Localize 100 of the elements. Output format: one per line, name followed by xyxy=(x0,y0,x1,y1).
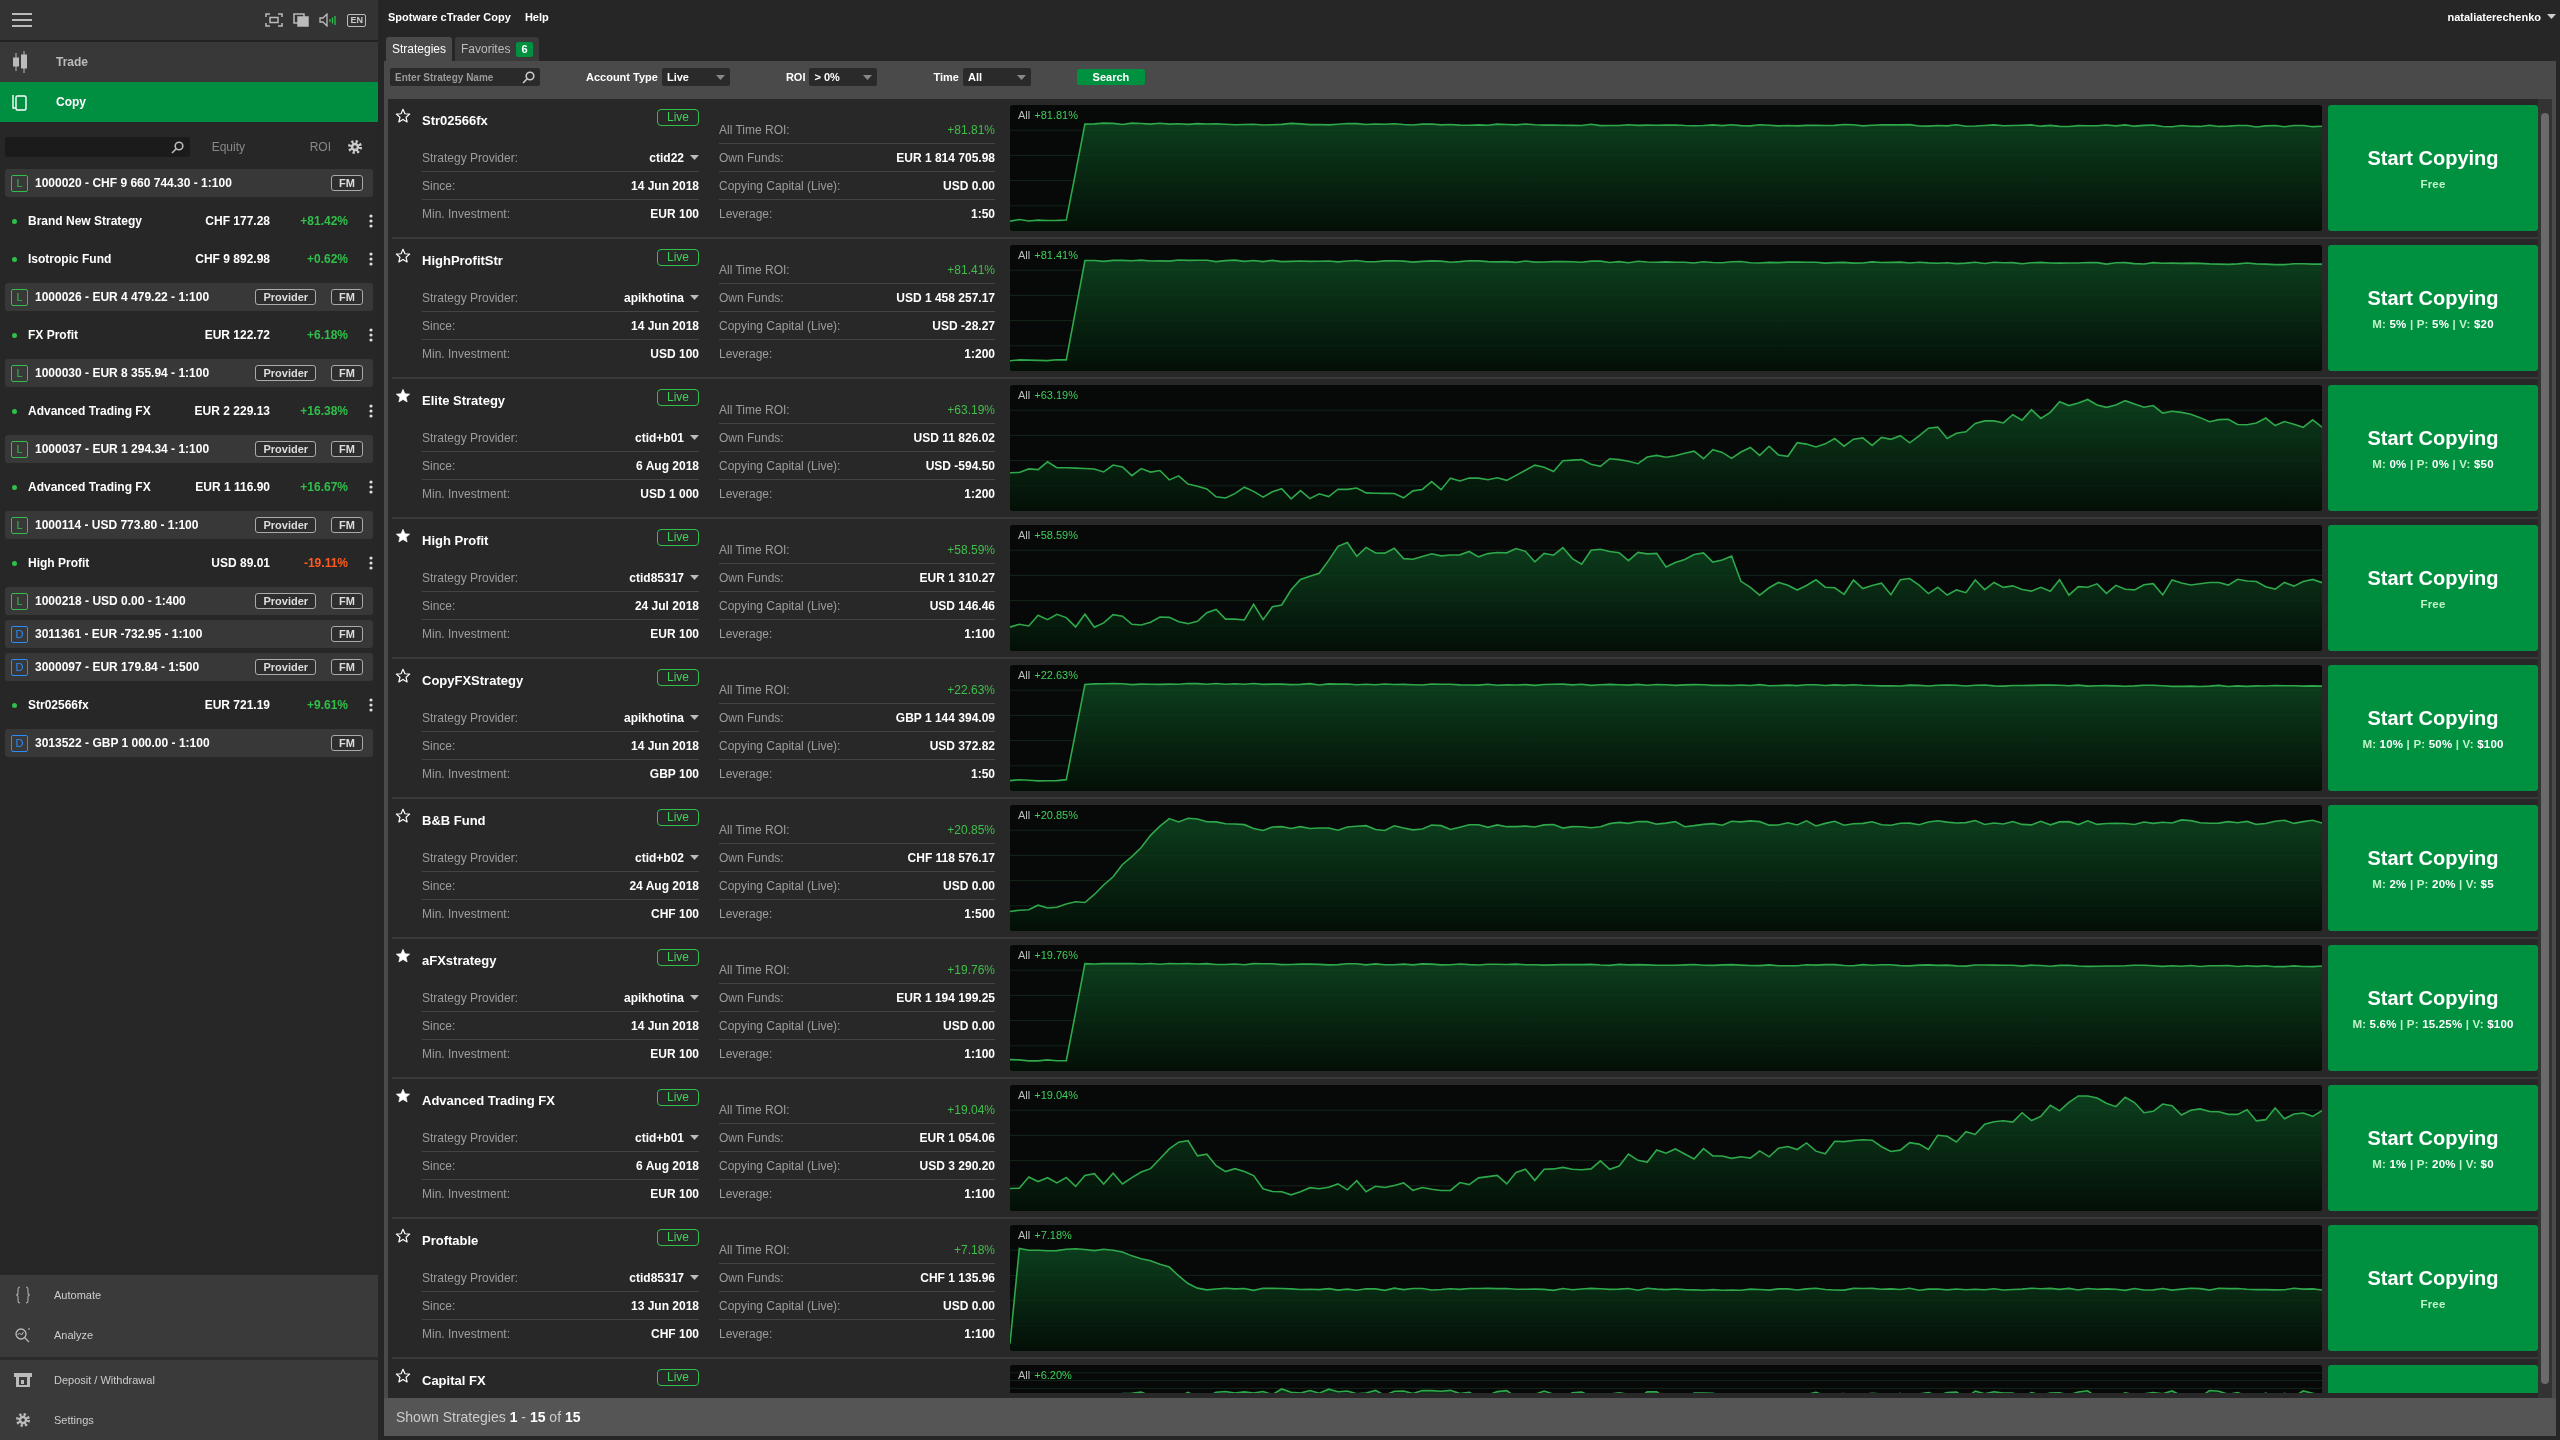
atm-icon[interactable] xyxy=(14,1372,32,1388)
start-copying-button[interactable]: Start Copying Free xyxy=(2328,105,2538,231)
fm-button[interactable]: FM xyxy=(331,517,363,533)
nav-item[interactable]: Settings xyxy=(0,1400,378,1440)
provider-dropdown[interactable]: ctid+b01 xyxy=(634,1130,699,1145)
magnifier-chart-icon[interactable] xyxy=(14,1327,32,1343)
search-button[interactable]: Search xyxy=(1076,69,1145,85)
menu-item[interactable]: Help xyxy=(524,10,549,23)
star-icon[interactable] xyxy=(395,248,411,264)
star-icon[interactable] xyxy=(395,808,411,824)
strategy-name[interactable]: High Profit xyxy=(422,533,489,548)
more-icon[interactable] xyxy=(369,328,373,342)
account-row[interactable]: L 1000114 - USD 773.80 - 1:100 Provider FM xyxy=(5,511,373,539)
braces-icon[interactable] xyxy=(14,1286,32,1304)
start-copying-button[interactable]: Start Copying Free xyxy=(2328,1225,2538,1351)
provider-dropdown[interactable]: ctid+b02 xyxy=(634,850,699,865)
filter-dropdown[interactable]: > 0% xyxy=(809,68,878,86)
search-field[interactable] xyxy=(5,137,190,157)
strategy-name[interactable]: aFXstrategy xyxy=(422,953,497,968)
account-row[interactable]: L 1000026 - EUR 4 479.22 - 1:100 Provider FM xyxy=(5,283,373,311)
more-icon[interactable] xyxy=(369,404,373,418)
fm-button[interactable]: FM xyxy=(331,593,363,609)
strategy-name[interactable]: Advanced Trading FX xyxy=(28,480,160,494)
star-icon[interactable] xyxy=(395,528,411,544)
tab[interactable]: Strategies xyxy=(386,37,453,61)
fm-button[interactable]: FM xyxy=(331,441,363,457)
provider-dropdown[interactable]: apikhotina xyxy=(624,710,699,725)
start-copying-button[interactable]: Start Copying M: 10% | P: 50% | V: $100 xyxy=(2328,665,2538,791)
account-row[interactable]: D 3013522 - GBP 1 000.00 - 1:100 FM xyxy=(5,729,373,757)
provider-button[interactable]: Provider xyxy=(255,441,317,457)
search-icon[interactable] xyxy=(522,70,535,84)
provider-dropdown[interactable]: apikhotina xyxy=(624,290,699,305)
strategy-name[interactable]: B&B Fund xyxy=(422,813,486,828)
nav-item[interactable]: Trade xyxy=(0,42,378,82)
fm-button[interactable]: FM xyxy=(331,735,363,751)
more-icon[interactable] xyxy=(369,214,373,228)
nav-item[interactable]: Analyze xyxy=(0,1315,378,1355)
star-icon[interactable] xyxy=(395,1088,411,1104)
search-field[interactable]: Enter Strategy Name xyxy=(390,68,540,86)
strategy-name[interactable]: Capital FX xyxy=(422,1373,486,1388)
strategy-name[interactable]: Advanced Trading FX xyxy=(28,404,160,418)
more-icon[interactable] xyxy=(369,480,373,494)
start-copying-button[interactable]: Start Copying Free xyxy=(2328,525,2538,651)
account-row[interactable]: D 3011361 - EUR -732.95 - 1:100 FM xyxy=(5,620,373,648)
fm-button[interactable]: FM xyxy=(331,365,363,381)
star-icon[interactable] xyxy=(395,388,411,404)
menu-item[interactable]: Spotware cTrader Copy xyxy=(388,10,511,23)
strategy-name[interactable]: Advanced Trading FX xyxy=(422,1093,555,1108)
more-icon[interactable] xyxy=(369,556,373,570)
menu-icon[interactable] xyxy=(12,12,32,28)
copy-icon[interactable] xyxy=(12,92,28,112)
account-row[interactable]: L 1000020 - CHF 9 660 744.30 - 1:100 FM xyxy=(5,169,373,197)
strategy-name[interactable]: HighProfitStr xyxy=(422,253,503,268)
fm-button[interactable]: FM xyxy=(331,175,363,191)
windows-icon[interactable] xyxy=(293,13,310,27)
filter-dropdown[interactable]: All xyxy=(962,68,1031,86)
strategy-name[interactable]: Brand New Strategy xyxy=(28,214,160,228)
star-icon[interactable] xyxy=(395,668,411,684)
strategy-name[interactable]: Str02566fx xyxy=(422,113,488,128)
fm-button[interactable]: FM xyxy=(331,659,363,675)
start-copying-button[interactable]: Start Copying M: 5% | P: 5% | V: $20 xyxy=(2328,245,2538,371)
start-copying-button[interactable]: Start Copying M: 5.6% | P: 15.25% | V: $100 xyxy=(2328,945,2538,1071)
nav-item[interactable]: Automate xyxy=(0,1275,378,1315)
strategy-name[interactable]: Str02566fx xyxy=(28,698,160,712)
focus-icon[interactable] xyxy=(265,13,284,27)
provider-dropdown[interactable]: apikhotina xyxy=(624,990,699,1005)
start-copying-button[interactable] xyxy=(2328,1365,2538,1393)
more-icon[interactable] xyxy=(369,252,373,266)
filter-dropdown[interactable]: Live xyxy=(661,68,730,86)
provider-dropdown[interactable]: ctid85317 xyxy=(629,1270,699,1285)
provider-dropdown[interactable]: ctid+b01 xyxy=(634,430,699,445)
strategy-name[interactable]: High Profit xyxy=(28,556,160,570)
tab[interactable]: Favorites 6 xyxy=(455,37,539,61)
account-row[interactable]: D 3000097 - EUR 179.84 - 1:500 Provider FM xyxy=(5,653,373,681)
search-icon[interactable] xyxy=(171,140,184,154)
nav-item[interactable]: Copy xyxy=(0,82,378,122)
nav-item[interactable]: Deposit / Withdrawal xyxy=(0,1360,378,1400)
start-copying-button[interactable]: Start Copying M: 0% | P: 0% | V: $50 xyxy=(2328,385,2538,511)
account-row[interactable]: L 1000030 - EUR 8 355.94 - 1:100 Provider FM xyxy=(5,359,373,387)
strategy-name[interactable]: Proftable xyxy=(422,1233,479,1248)
star-icon[interactable] xyxy=(395,108,411,124)
provider-dropdown[interactable]: ctid22 xyxy=(649,150,699,165)
strategy-name[interactable]: Isotropic Fund xyxy=(28,252,160,266)
speaker-icon[interactable] xyxy=(319,13,338,27)
provider-button[interactable]: Provider xyxy=(255,365,317,381)
candlestick-icon[interactable] xyxy=(12,51,28,73)
star-icon[interactable] xyxy=(395,1228,411,1244)
provider-button[interactable]: Provider xyxy=(255,517,317,533)
strategy-name[interactable]: CopyFXStrategy xyxy=(422,673,524,688)
start-copying-button[interactable]: Start Copying M: 2% | P: 20% | V: $5 xyxy=(2328,805,2538,931)
start-copying-button[interactable]: Start Copying M: 1% | P: 20% | V: $0 xyxy=(2328,1085,2538,1211)
provider-button[interactable]: Provider xyxy=(255,659,317,675)
account-row[interactable]: L 1000037 - EUR 1 294.34 - 1:100 Provider FM xyxy=(5,435,373,463)
provider-dropdown[interactable]: ctid85317 xyxy=(629,570,699,585)
strategy-name[interactable]: Elite Strategy xyxy=(422,393,506,408)
strategy-name[interactable]: FX Profit xyxy=(28,328,160,342)
account-row[interactable]: L 1000218 - USD 0.00 - 1:400 Provider FM xyxy=(5,587,373,615)
provider-button[interactable]: Provider xyxy=(255,289,317,305)
user-menu[interactable]: nataliaterechenko xyxy=(2447,10,2556,23)
star-icon[interactable] xyxy=(395,948,411,964)
